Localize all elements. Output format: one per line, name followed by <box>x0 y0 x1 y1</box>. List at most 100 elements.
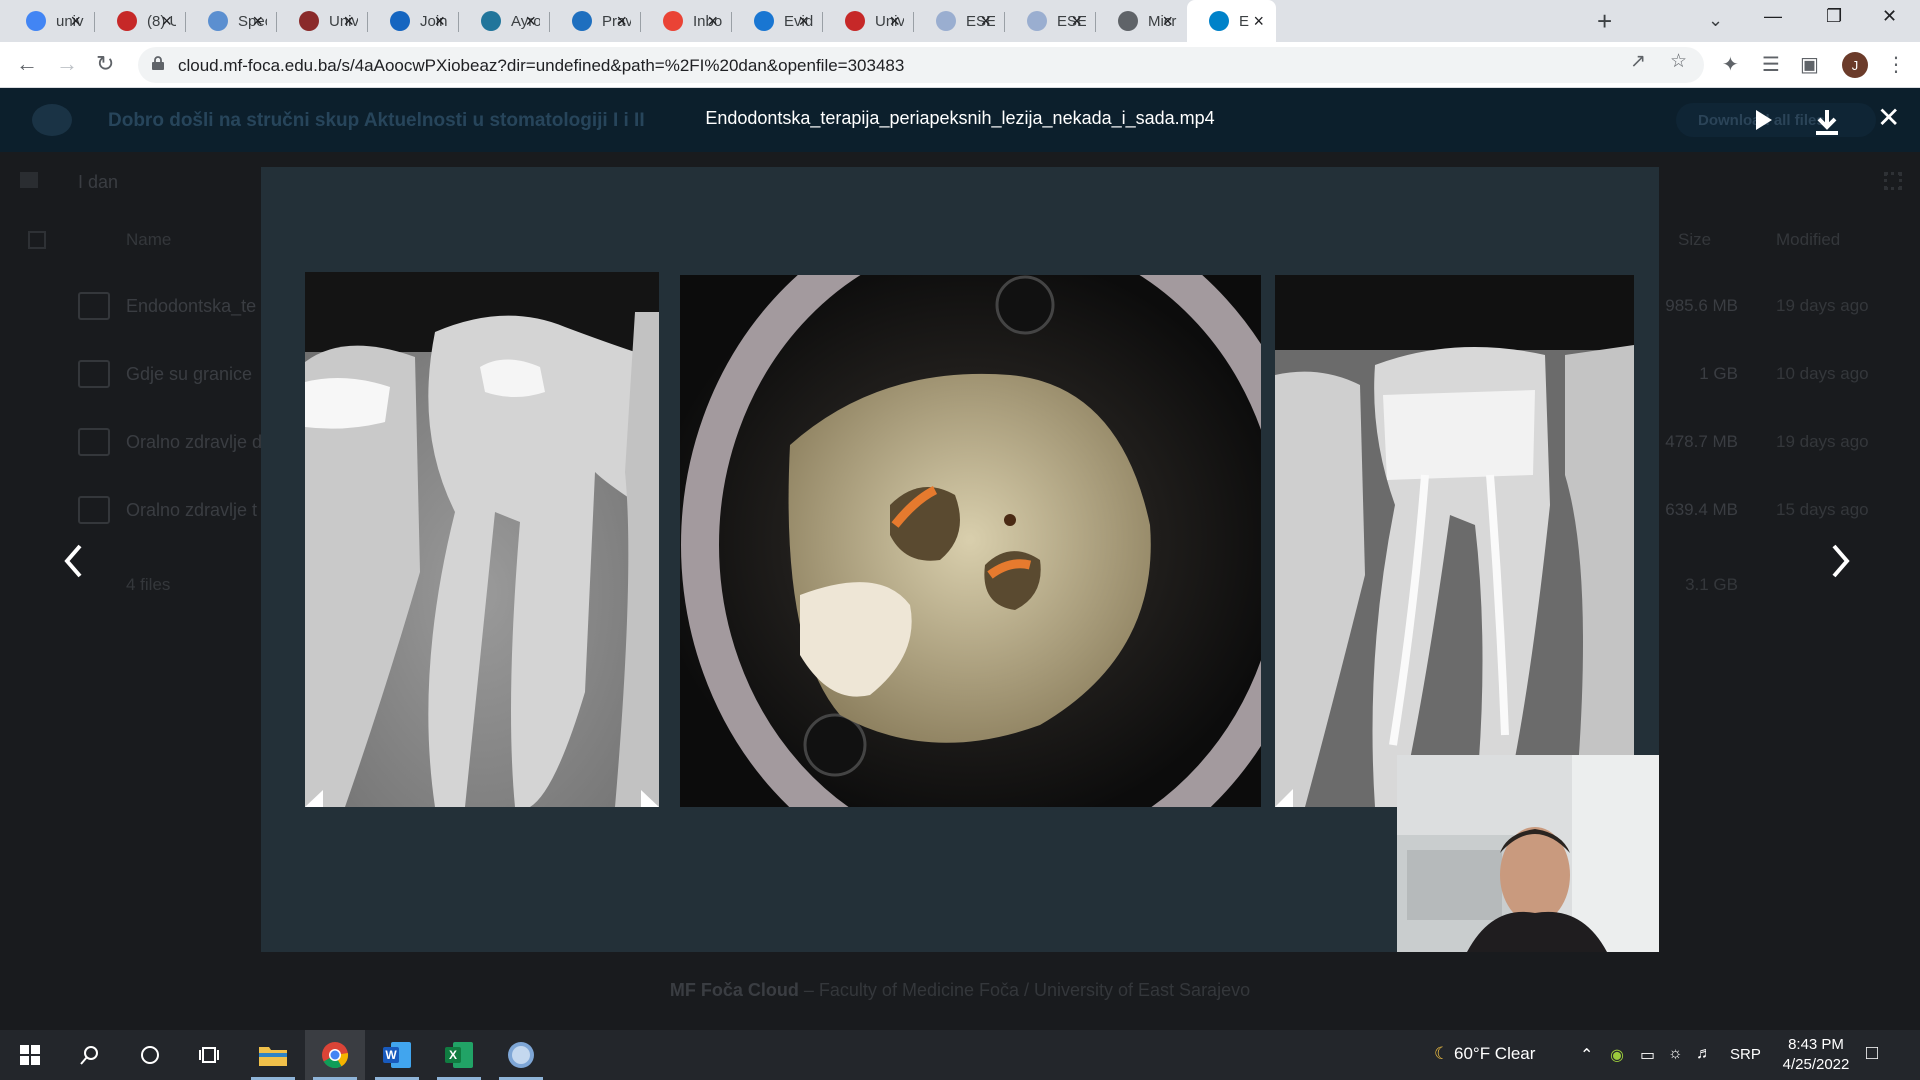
file-count: 4 files <box>126 575 171 594</box>
gmail-icon <box>663 11 683 31</box>
tab-close-icon[interactable]: × <box>1253 11 1264 32</box>
media-queue-icon[interactable]: ☰ <box>1762 52 1780 77</box>
svg-text:X: X <box>449 1048 457 1062</box>
column-name[interactable]: Name <box>126 230 171 250</box>
weather-widget[interactable]: ☾ 60°F Clear <box>1434 1044 1535 1064</box>
notification-icon[interactable]: □ <box>1866 1042 1878 1065</box>
browser-tab[interactable]: (8) U × <box>95 0 184 42</box>
address-bar[interactable]: cloud.mf-foca.edu.ba/s/4aAoocwPXiobeaz?d… <box>138 47 1704 83</box>
tab-close-icon[interactable]: × <box>1162 11 1173 32</box>
battery-icon[interactable]: ▭ <box>1640 1045 1655 1065</box>
video-file-icon <box>78 360 110 388</box>
browser-tab[interactable]: E × <box>1187 0 1276 42</box>
browser-tab[interactable]: Join × <box>368 0 457 42</box>
bookmark-star-icon[interactable]: ☆ <box>1670 50 1687 73</box>
profile-avatar[interactable]: J <box>1842 52 1868 78</box>
tab-close-icon[interactable]: × <box>252 11 263 32</box>
browser-tab-strip: univ×(8) U×Spec×Univ×Join×Ayro×Pravi×Inb… <box>0 0 1920 42</box>
file-name[interactable]: Endodontska_te <box>126 296 256 317</box>
close-window-button[interactable]: ✕ <box>1882 6 1897 27</box>
browser-tab[interactable]: Pravi× <box>550 0 639 42</box>
side-panel-icon[interactable]: ▣ <box>1800 52 1819 77</box>
grid-view-icon[interactable] <box>1884 172 1902 190</box>
home-icon[interactable] <box>20 172 38 188</box>
input-language[interactable]: SRP <box>1730 1046 1761 1063</box>
back-arrow-icon[interactable]: ← <box>16 51 38 77</box>
reload-icon[interactable]: ↻ <box>96 51 114 77</box>
flag-icon <box>1027 11 1047 31</box>
browser-tab[interactable]: Univ × <box>823 0 912 42</box>
file-explorer-icon[interactable] <box>243 1030 303 1080</box>
file-modified: 15 days ago <box>1776 500 1869 519</box>
tab-close-icon[interactable]: × <box>161 11 172 32</box>
tab-close-icon[interactable]: × <box>434 11 445 32</box>
browser-tab[interactable]: Inbo × <box>641 0 730 42</box>
file-modified: 19 days ago <box>1776 432 1869 451</box>
browser-tab[interactable]: Micr × <box>1096 0 1185 42</box>
task-view-icon[interactable] <box>180 1030 240 1080</box>
windows-start-icon[interactable] <box>0 1030 60 1080</box>
presenter-webcam-overlay <box>1397 755 1659 952</box>
breadcrumb[interactable]: I dan <box>78 172 118 193</box>
zoom-app-icon[interactable] <box>491 1030 551 1080</box>
file-name[interactable]: Gdje su granice <box>126 364 252 385</box>
tab-close-icon[interactable]: × <box>707 11 718 32</box>
forward-arrow-icon[interactable]: → <box>56 51 78 77</box>
column-modified[interactable]: Modified <box>1776 230 1840 250</box>
tab-search-chevron-icon[interactable]: ⌄ <box>1708 10 1723 31</box>
windows-taskbar: W X ☾ 60°F Clear ⌃ ◉ ▭ ☼ ♬ SRP 8:43 PM 4… <box>0 1030 1920 1080</box>
uni-logo-icon <box>845 11 865 31</box>
tab-close-icon[interactable]: × <box>1071 11 1082 32</box>
tray-app-icon[interactable]: ◉ <box>1610 1045 1624 1065</box>
browser-tab[interactable]: Spec× <box>186 0 275 42</box>
minimize-window-button[interactable]: — <box>1764 6 1782 27</box>
file-name[interactable]: Oralno zdravlje d <box>126 432 262 453</box>
tab-close-icon[interactable]: × <box>798 11 809 32</box>
download-icon[interactable] <box>1812 108 1842 136</box>
close-viewer-icon[interactable]: ✕ <box>1877 104 1900 132</box>
new-tab-button[interactable]: + <box>1597 6 1612 37</box>
postoperative-xray-image <box>1275 275 1634 807</box>
browser-tab[interactable]: univ × <box>4 0 93 42</box>
next-arrow-icon[interactable] <box>1830 542 1852 580</box>
clock-time: 8:43 PM <box>1788 1036 1844 1053</box>
file-modified: 10 days ago <box>1776 364 1869 383</box>
system-clock[interactable]: 8:43 PM 4/25/2022 <box>1768 1035 1864 1075</box>
column-size[interactable]: Size <box>1678 230 1711 250</box>
footer-brand[interactable]: MF Foča Cloud <box>670 980 799 1000</box>
tooth-icon <box>208 11 228 31</box>
wifi-icon[interactable]: ☼ <box>1668 1045 1683 1063</box>
url-text[interactable]: cloud.mf-foca.edu.ba/s/4aAoocwPXiobeaz?d… <box>178 56 904 76</box>
cortana-icon[interactable] <box>120 1030 180 1080</box>
select-all-checkbox[interactable] <box>28 231 46 249</box>
volume-icon[interactable]: ♬ <box>1696 1045 1712 1063</box>
excel-icon[interactable]: X <box>429 1030 489 1080</box>
browser-tab[interactable]: Univ × <box>277 0 366 42</box>
browser-tab[interactable]: Ayro × <box>459 0 548 42</box>
browser-tab[interactable]: ESE 2× <box>1005 0 1094 42</box>
tab-close-icon[interactable]: × <box>525 11 536 32</box>
nextcloud-icon <box>1209 11 1229 31</box>
menu-kebab-icon[interactable]: ⋮ <box>1886 52 1906 77</box>
video-player[interactable] <box>261 167 1659 952</box>
file-name[interactable]: Oralno zdravlje t <box>126 500 257 521</box>
tab-close-icon[interactable]: × <box>70 11 81 32</box>
search-icon[interactable] <box>60 1030 120 1080</box>
browser-tab[interactable]: Evid × <box>732 0 821 42</box>
chrome-icon[interactable] <box>305 1030 365 1080</box>
flag-icon <box>936 11 956 31</box>
share-icon[interactable]: ↗ <box>1630 50 1646 73</box>
restore-window-button[interactable]: ❐ <box>1826 6 1842 27</box>
video-file-icon <box>78 428 110 456</box>
browser-tab[interactable]: ESE 2× <box>914 0 1003 42</box>
slideshow-play-icon[interactable] <box>1756 110 1772 130</box>
previous-arrow-icon[interactable] <box>62 542 84 580</box>
word-icon[interactable]: W <box>367 1030 427 1080</box>
tab-close-icon[interactable]: × <box>980 11 991 32</box>
tray-overflow-icon[interactable]: ⌃ <box>1580 1045 1593 1065</box>
tab-close-icon[interactable]: × <box>889 11 900 32</box>
tab-close-icon[interactable]: × <box>616 11 627 32</box>
tab-close-icon[interactable]: × <box>343 11 354 32</box>
extensions-puzzle-icon[interactable]: ✦ <box>1722 52 1739 77</box>
preoperative-xray-image <box>305 272 659 807</box>
